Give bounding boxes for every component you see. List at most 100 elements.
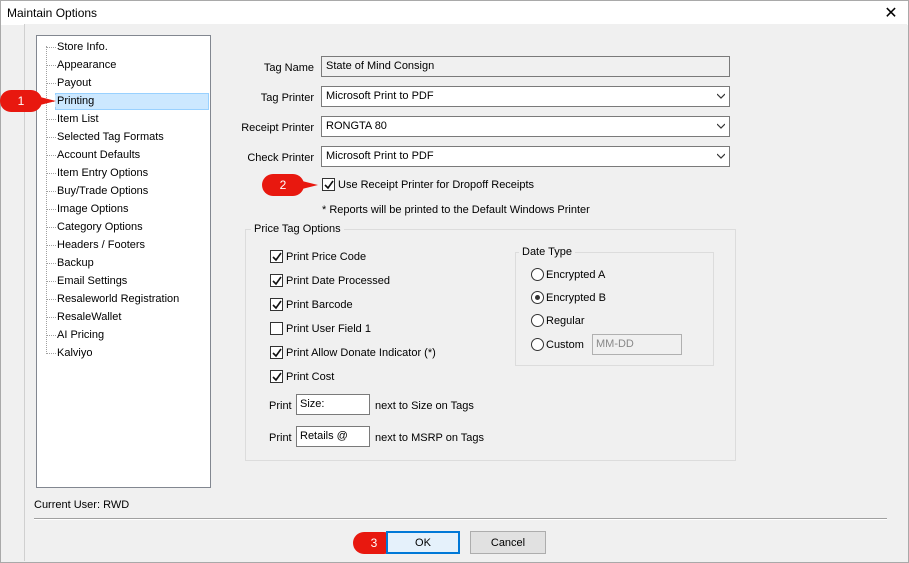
use-receipt-printer-checkbox[interactable] bbox=[322, 178, 335, 191]
print-user-field-1-checkbox[interactable] bbox=[270, 322, 283, 335]
tree-item-appearance[interactable]: Appearance bbox=[37, 56, 210, 74]
callout-badge: 1 bbox=[0, 90, 42, 112]
print-size-prefix: Print bbox=[269, 400, 292, 412]
receipt-printer-label: Receipt Printer bbox=[241, 122, 314, 134]
callout-step-1: 1 bbox=[0, 90, 62, 112]
checkmark-icon bbox=[272, 348, 282, 358]
tree-item-selected-tag-formats[interactable]: Selected Tag Formats bbox=[37, 128, 210, 146]
tree-item-label: Appearance bbox=[57, 59, 117, 71]
tree-item-email-settings[interactable]: Email Settings bbox=[37, 272, 210, 290]
tree-item-printing[interactable]: Printing bbox=[37, 92, 210, 110]
tree-item-label: Account Defaults bbox=[57, 149, 141, 161]
tree-item-label: Resaleworld Registration bbox=[57, 293, 180, 305]
radio-selected-dot bbox=[535, 295, 540, 300]
chevron-down-icon bbox=[717, 153, 725, 159]
encrypted-b-radio[interactable] bbox=[531, 291, 544, 304]
close-icon[interactable]: ✕ bbox=[874, 1, 908, 25]
tag-printer-select[interactable]: Microsoft Print to PDF bbox=[321, 86, 730, 107]
tree-item-label: Backup bbox=[57, 257, 94, 269]
check-printer-value: Microsoft Print to PDF bbox=[326, 150, 434, 162]
checkmark-icon bbox=[272, 252, 282, 262]
check-printer-select[interactable]: Microsoft Print to PDF bbox=[321, 146, 730, 167]
print-user-field-1-label: Print User Field 1 bbox=[286, 323, 371, 335]
tag-name-field[interactable]: State of Mind Consign bbox=[321, 56, 730, 77]
tree-item-resaleworld-registration[interactable]: Resaleworld Registration bbox=[37, 290, 210, 308]
print-retail-prefix: Print bbox=[269, 432, 292, 444]
print-barcode-checkbox[interactable] bbox=[270, 298, 283, 311]
receipt-printer-select[interactable]: RONGTA 80 bbox=[321, 116, 730, 137]
tree-item-kalviyo[interactable]: Kalviyo bbox=[37, 344, 210, 362]
custom-label: Custom bbox=[546, 339, 584, 351]
tree-item-store-info[interactable]: Store Info. bbox=[37, 38, 210, 56]
reports-note: * Reports will be printed to the Default… bbox=[322, 204, 590, 216]
tree-item-label: Selected Tag Formats bbox=[57, 131, 164, 143]
tree-item-label: Buy/Trade Options bbox=[57, 185, 149, 197]
tree-item-label: Category Options bbox=[57, 221, 143, 233]
regular-radio[interactable] bbox=[531, 314, 544, 327]
footer-separator bbox=[34, 518, 887, 520]
encrypted-b-label: Encrypted B bbox=[546, 292, 606, 304]
tree-item-label: Item List bbox=[57, 113, 99, 125]
tree-item-label: Headers / Footers bbox=[57, 239, 146, 251]
tag-printer-label: Tag Printer bbox=[260, 92, 314, 104]
print-allow-donate-indicator-label: Print Allow Donate Indicator (*) bbox=[286, 347, 436, 359]
tree-item-label: Email Settings bbox=[57, 275, 128, 287]
tag-name-label: Tag Name bbox=[263, 62, 314, 74]
tree-item-payout[interactable]: Payout bbox=[37, 74, 210, 92]
tree-item-label: Payout bbox=[57, 77, 92, 89]
tree-item-label: Kalviyo bbox=[57, 347, 93, 359]
print-date-processed-label: Print Date Processed bbox=[286, 275, 390, 287]
ok-button[interactable]: OK bbox=[386, 531, 460, 554]
use-receipt-printer-label: Use Receipt Printer for Dropoff Receipts bbox=[338, 179, 535, 191]
retail-suffix-text: next to MSRP on Tags bbox=[375, 432, 485, 444]
options-tree[interactable]: Store Info. Appearance Payout Printing I… bbox=[36, 35, 211, 488]
checkmark-icon bbox=[272, 372, 282, 382]
print-date-processed-checkbox[interactable] bbox=[270, 274, 283, 287]
cancel-button[interactable]: Cancel bbox=[470, 531, 546, 554]
chevron-down-icon bbox=[717, 93, 725, 99]
print-barcode-label: Print Barcode bbox=[286, 299, 353, 311]
tree-item-item-list[interactable]: Item List bbox=[37, 110, 210, 128]
print-allow-donate-indicator-checkbox[interactable] bbox=[270, 346, 283, 359]
price-tag-options-title: Price Tag Options bbox=[251, 223, 344, 235]
print-price-code-label: Print Price Code bbox=[286, 251, 367, 263]
receipt-printer-value: RONGTA 80 bbox=[326, 120, 387, 132]
size-prefix-input[interactable]: Size: bbox=[296, 394, 370, 415]
callout-badge: 2 bbox=[262, 174, 304, 196]
tree-item-label: Image Options bbox=[57, 203, 129, 215]
tree-item-headers-footers[interactable]: Headers / Footers bbox=[37, 236, 210, 254]
date-type-title: Date Type bbox=[519, 246, 575, 258]
tree-item-buy-trade-options[interactable]: Buy/Trade Options bbox=[37, 182, 210, 200]
callout-step-2: 2 bbox=[262, 174, 324, 196]
tree-item-backup[interactable]: Backup bbox=[37, 254, 210, 272]
tree-item-label: Store Info. bbox=[57, 41, 108, 53]
current-user-text: Current User: RWD bbox=[34, 499, 130, 511]
checkmark-icon bbox=[272, 276, 282, 286]
print-cost-checkbox[interactable] bbox=[270, 370, 283, 383]
tree-item-resalewallet[interactable]: ResaleWallet bbox=[37, 308, 210, 326]
tree-item-account-defaults[interactable]: Account Defaults bbox=[37, 146, 210, 164]
tree-item-item-entry-options[interactable]: Item Entry Options bbox=[37, 164, 210, 182]
chevron-down-icon bbox=[717, 123, 725, 129]
tag-printer-value: Microsoft Print to PDF bbox=[326, 90, 434, 102]
tree-item-category-options[interactable]: Category Options bbox=[37, 218, 210, 236]
tree-item-label: ResaleWallet bbox=[57, 311, 122, 323]
window-title: Maintain Options bbox=[7, 6, 98, 20]
encrypted-a-radio[interactable] bbox=[531, 268, 544, 281]
print-cost-label: Print Cost bbox=[286, 371, 335, 383]
tree-item-label: Item Entry Options bbox=[57, 167, 149, 179]
print-price-code-checkbox[interactable] bbox=[270, 250, 283, 263]
checkmark-icon bbox=[324, 180, 334, 190]
checkmark-icon bbox=[272, 300, 282, 310]
title-bar: Maintain Options ✕ bbox=[1, 1, 908, 25]
size-suffix-text: next to Size on Tags bbox=[375, 400, 474, 412]
encrypted-a-label: Encrypted A bbox=[546, 269, 606, 281]
tree-item-label: AI Pricing bbox=[57, 329, 105, 341]
retail-prefix-input[interactable]: Retails @ bbox=[296, 426, 370, 447]
custom-date-format-input[interactable]: MM-DD bbox=[592, 334, 682, 355]
tree-item-image-options[interactable]: Image Options bbox=[37, 200, 210, 218]
custom-radio[interactable] bbox=[531, 338, 544, 351]
tree-item-ai-pricing[interactable]: AI Pricing bbox=[37, 326, 210, 344]
regular-label: Regular bbox=[546, 315, 585, 327]
check-printer-label: Check Printer bbox=[247, 152, 314, 164]
